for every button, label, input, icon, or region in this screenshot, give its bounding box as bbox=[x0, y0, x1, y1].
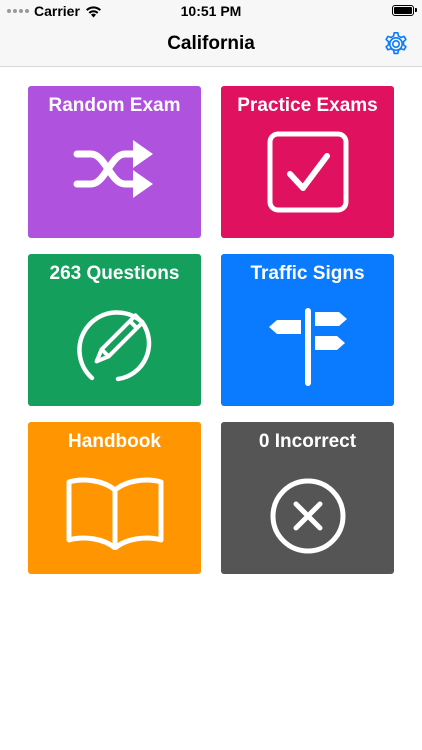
random-exam-tile[interactable]: Random Exam bbox=[28, 86, 201, 238]
status-bar: Carrier 10:51 PM bbox=[0, 0, 422, 22]
gear-icon bbox=[385, 31, 407, 55]
practice-exams-label: Practice Exams bbox=[237, 95, 378, 116]
page-title: California bbox=[167, 33, 255, 54]
traffic-signs-label: Traffic Signs bbox=[250, 263, 365, 284]
random-exam-label: Random Exam bbox=[48, 95, 181, 116]
questions-tile[interactable]: 263 Questions bbox=[28, 254, 201, 406]
navigation-bar: California bbox=[0, 22, 422, 67]
questions-label: 263 Questions bbox=[49, 263, 180, 284]
handbook-tile[interactable]: Handbook bbox=[28, 422, 201, 574]
battery-icon bbox=[392, 5, 417, 16]
signpost-icon bbox=[268, 308, 347, 386]
status-time: 10:51 PM bbox=[180, 3, 242, 19]
incorrect-tile[interactable]: 0 Incorrect bbox=[221, 422, 394, 574]
settings-button[interactable] bbox=[382, 30, 410, 58]
pencil-circle-icon bbox=[76, 310, 151, 382]
checkbox-icon bbox=[267, 131, 348, 213]
shuffle-icon bbox=[73, 140, 153, 198]
incorrect-label: 0 Incorrect bbox=[258, 431, 357, 452]
practice-exams-tile[interactable]: Practice Exams bbox=[221, 86, 394, 238]
x-circle-icon bbox=[270, 478, 345, 554]
handbook-label: Handbook bbox=[68, 431, 161, 452]
book-icon bbox=[66, 477, 163, 550]
traffic-signs-tile[interactable]: Traffic Signs bbox=[221, 254, 394, 406]
